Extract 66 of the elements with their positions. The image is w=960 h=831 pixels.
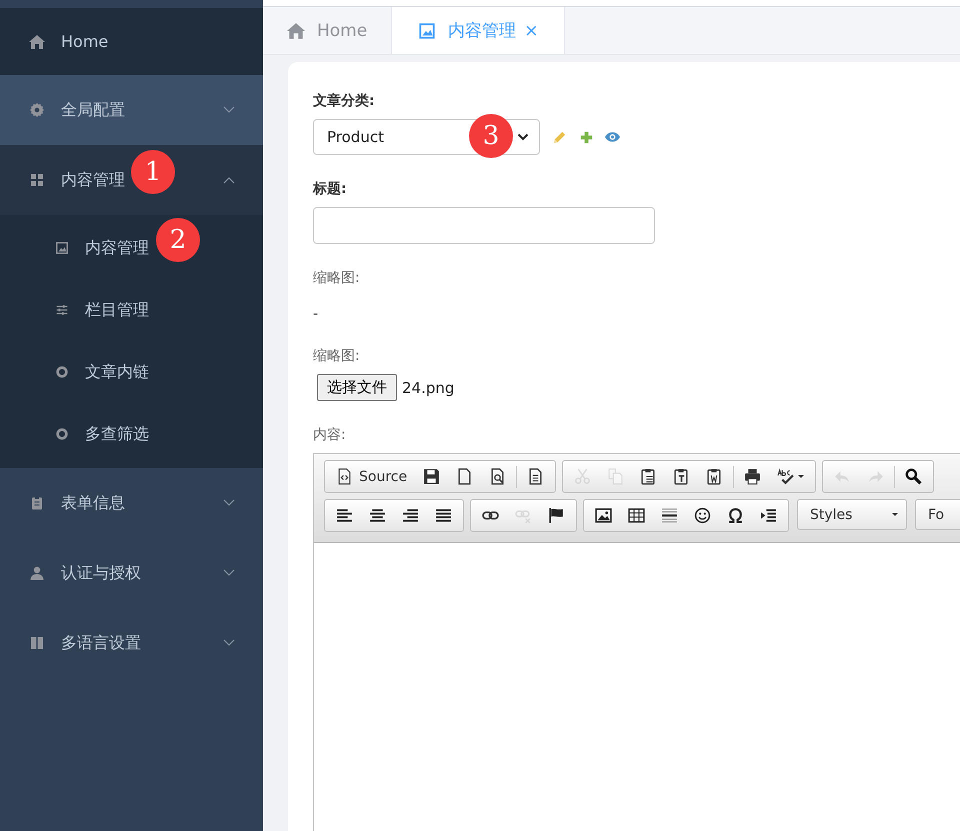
circle-icon xyxy=(55,365,69,379)
menu-item[interactable]: 表单信息 xyxy=(0,468,263,538)
submenu-item[interactable]: 文章内链 xyxy=(0,341,149,403)
clipboard-icon xyxy=(640,468,658,485)
field-label: 标题: xyxy=(313,180,348,199)
choose-file-button[interactable]: 选择文件 xyxy=(317,374,397,401)
title-input[interactable] xyxy=(313,207,655,244)
caret-icon xyxy=(892,512,898,516)
image-icon xyxy=(418,22,436,40)
menu-item[interactable]: 多语言设置 xyxy=(0,608,263,678)
page-icon xyxy=(456,468,474,485)
image-icon xyxy=(55,241,69,255)
field-value: - xyxy=(313,305,320,322)
style-dropdown[interactable]: Styles xyxy=(797,499,907,530)
gear-icon xyxy=(29,102,45,118)
grid-icon xyxy=(29,172,45,188)
field-label: 缩略图: xyxy=(313,347,361,366)
clipboard-icon xyxy=(706,468,724,485)
file-name: 24.png xyxy=(402,378,454,396)
chevron-icon xyxy=(223,639,235,647)
flag-icon xyxy=(548,507,565,524)
image-icon xyxy=(595,507,612,524)
caret-icon xyxy=(517,133,529,141)
horizontal-rule-icon xyxy=(661,507,678,524)
eye-icon[interactable] xyxy=(604,131,621,143)
copy-icon xyxy=(607,468,624,485)
submenu-item[interactable]: 栏目管理 xyxy=(0,279,149,341)
align-left-icon xyxy=(336,507,353,524)
preview-icon xyxy=(489,468,506,485)
chevron-icon xyxy=(223,499,235,507)
submenu-item[interactable]: 内容管理 xyxy=(0,217,149,279)
field-label: 文章分类: xyxy=(313,92,376,111)
sliders-icon xyxy=(55,303,69,317)
caret-icon xyxy=(798,474,804,478)
book-icon xyxy=(29,635,45,651)
printer-icon xyxy=(744,468,762,485)
omega-icon xyxy=(727,507,744,524)
source-button[interactable]: Source xyxy=(328,464,416,488)
indent-icon xyxy=(760,507,777,524)
field-label: 内容: xyxy=(313,426,347,445)
home-icon xyxy=(287,22,305,40)
style-dropdown[interactable]: Fo xyxy=(915,499,960,530)
align-center-icon xyxy=(369,507,386,524)
field-label: 缩略图: xyxy=(313,269,361,288)
user-icon xyxy=(29,565,45,581)
source-icon xyxy=(336,468,353,485)
chevron-icon xyxy=(223,176,235,184)
search-icon xyxy=(905,468,922,485)
menu-item[interactable]: Home xyxy=(0,8,263,75)
smiley-icon xyxy=(694,507,711,524)
save-icon xyxy=(423,468,440,485)
submenu-item[interactable]: 多查筛选 xyxy=(0,403,149,465)
justify-icon xyxy=(435,507,452,524)
circle-icon xyxy=(55,427,69,441)
scissors-icon xyxy=(574,468,592,485)
clipboard-icon xyxy=(29,495,45,511)
chevron-icon xyxy=(223,106,235,114)
chevron-icon xyxy=(223,569,235,577)
spellcheck-icon xyxy=(777,468,794,485)
clipboard-icon xyxy=(673,468,690,485)
menu-item[interactable]: 全局配置 xyxy=(0,75,263,145)
table-icon xyxy=(628,507,645,524)
menu-item[interactable]: 认证与授权 xyxy=(0,538,263,608)
home-icon xyxy=(29,34,45,50)
align-right-icon xyxy=(402,507,419,524)
document-icon xyxy=(527,468,544,485)
